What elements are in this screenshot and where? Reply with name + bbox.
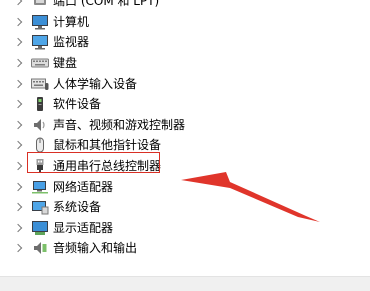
tree-item-audio-io[interactable]: 音频输入和输出 [0,238,370,259]
chevron-right-icon[interactable] [13,79,23,88]
tree-item-computer[interactable]: 计算机 [0,12,370,33]
tree-item-system-devices[interactable]: 系统设备 [0,197,370,218]
chevron-right-icon[interactable] [13,202,23,212]
tree-item-hid[interactable]: 人体学输入设备 [0,73,370,94]
chevron-right-icon[interactable] [13,182,23,191]
mouse-icon [31,137,49,153]
chevron-right-icon[interactable] [13,38,23,47]
status-bar [0,276,370,291]
tree-item-label: 监视器 [53,35,90,50]
usb-icon [31,158,49,174]
tree-item-sound-video-game[interactable]: 声音、视频和游戏控制器 [0,115,370,136]
network-icon [31,179,49,195]
monitor-icon [31,34,49,50]
tree-item-software-devices[interactable]: 软件设备 [0,94,370,115]
software-device-icon [31,96,49,112]
tree-item-label: 音频输入和输出 [53,241,138,256]
tree-item-label: 软件设备 [53,97,102,112]
device-tree: 端口 (COM 和 LPT) 计算机 监视器 键盘 人体学输入设备 软件设备 声… [0,0,370,259]
chevron-right-icon[interactable] [13,223,23,233]
chevron-right-icon[interactable] [13,244,23,253]
hid-icon [31,76,49,92]
chevron-right-icon[interactable] [13,120,23,130]
keyboard-icon [31,55,49,71]
computer-icon [31,14,49,30]
tree-item-label: 通用串行总线控制器 [53,159,162,174]
tree-item-label: 声音、视频和游戏控制器 [53,117,186,132]
tree-item-label: 键盘 [53,56,78,71]
tree-item-keyboard[interactable]: 键盘 [0,53,370,74]
tree-item-label: 显示适配器 [53,220,114,235]
display-adapter-icon [31,220,49,236]
tree-item-label: 鼠标和其他指针设备 [53,138,162,153]
tree-item-label: 端口 (COM 和 LPT) [53,0,160,9]
tree-item-ports[interactable]: 端口 (COM 和 LPT) [0,0,370,12]
tree-item-monitor[interactable]: 监视器 [0,32,370,53]
system-device-icon [31,199,49,215]
tree-item-label: 系统设备 [53,200,102,215]
tree-item-usb-controllers[interactable]: 通用串行总线控制器 [0,156,370,177]
chevron-right-icon[interactable] [13,58,23,68]
chevron-right-icon[interactable] [13,0,23,6]
tree-item-network-adapters[interactable]: 网络适配器 [0,176,370,197]
tree-item-label: 网络适配器 [53,179,114,194]
tree-item-label: 人体学输入设备 [53,76,138,91]
tree-item-mouse[interactable]: 鼠标和其他指针设备 [0,135,370,156]
tree-item-display-adapters[interactable]: 显示适配器 [0,218,370,239]
chevron-right-icon[interactable] [13,141,23,150]
chevron-right-icon[interactable] [13,17,23,27]
speaker-icon [31,117,49,133]
chevron-right-icon[interactable] [13,161,23,171]
tree-item-label: 计算机 [53,14,90,29]
chevron-right-icon[interactable] [13,100,23,109]
audio-io-icon [31,240,49,256]
port-icon [31,0,49,9]
